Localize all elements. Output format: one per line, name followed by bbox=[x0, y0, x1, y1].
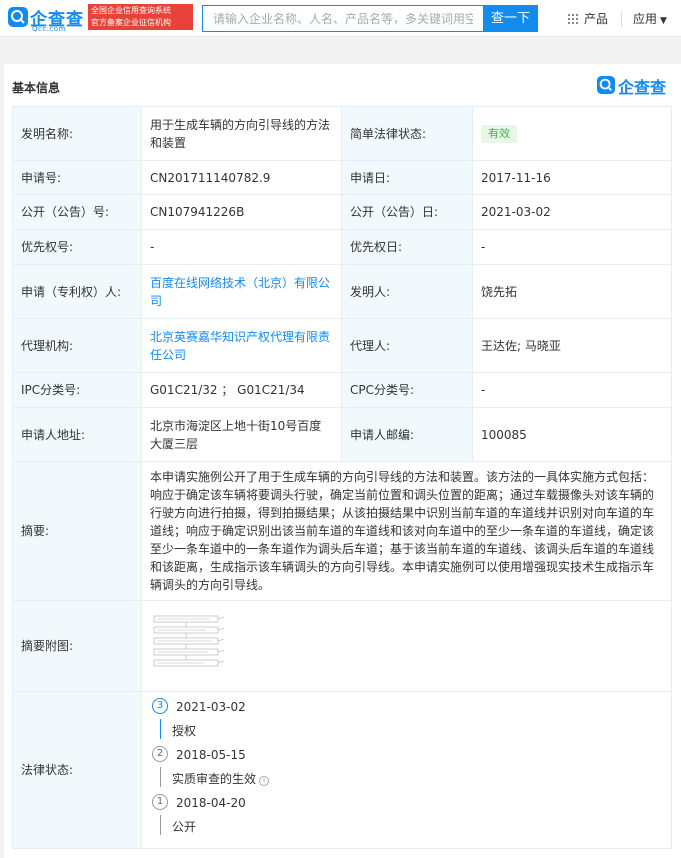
badge-line-1: 全国企业信用查询系统 bbox=[91, 6, 171, 15]
pub-date-value: 2021-03-02 bbox=[472, 194, 672, 230]
official-badge[interactable]: 全国企业信用查询系统 官方备案企业征信机构 bbox=[88, 4, 193, 30]
info-icon[interactable]: ! bbox=[259, 776, 270, 786]
step-number-icon: 1 bbox=[152, 794, 168, 810]
invention-name-value: 用于生成车辆的方向引导线的方法和装置 bbox=[141, 106, 342, 161]
pub-date-label: 公开（公告）日: bbox=[341, 194, 473, 230]
app-no-label: 申请号: bbox=[12, 160, 142, 195]
grid-icon bbox=[568, 14, 578, 24]
priority-no-label: 优先权号: bbox=[12, 229, 142, 265]
abstract-figure-label: 摘要附图: bbox=[12, 600, 142, 692]
timeline-item: 2 2018-05-15 实质审查的生效! bbox=[152, 746, 663, 794]
applicant-label: 申请（专利权）人: bbox=[12, 264, 142, 319]
timeline-date: 2018-04-20 bbox=[176, 796, 246, 810]
qcc-brand-text: 企查查 bbox=[618, 78, 667, 97]
nav-apps[interactable]: 应用 ▼ bbox=[633, 10, 667, 27]
qcc-brand-icon bbox=[597, 76, 615, 94]
search-box bbox=[202, 5, 483, 32]
timeline-date: 2021-03-02 bbox=[176, 700, 246, 714]
table-row: 申请人地址: 北京市海淀区上地十街10号百度大厦三层 申请人邮编: 100085 bbox=[12, 407, 672, 462]
inventor-label: 发明人: bbox=[341, 264, 473, 319]
applicant-cell: 百度在线网络技术（北京）有限公司 bbox=[141, 264, 342, 319]
table-row: 法律状态: 3 2021-03-02 授权 2 2018-05-15 实质审查的… bbox=[12, 691, 672, 849]
table-row: 发明名称: 用于生成车辆的方向引导线的方法和装置 简单法律状态: 有效 bbox=[12, 106, 672, 161]
nav-products[interactable]: 产品 bbox=[568, 10, 608, 27]
timeline-event: 公开 bbox=[172, 820, 197, 834]
abstract-text: 本申请实施例公开了用于生成车辆的方向引导线的方法和装置。该方法的一具体实施方式包… bbox=[141, 461, 672, 601]
ipc-value: G01C21/32 ； G01C21/34 bbox=[141, 372, 342, 408]
timeline-item: 1 2018-04-20 公开 bbox=[152, 794, 663, 842]
timeline-event-wrap: 实质审查的生效! bbox=[172, 770, 270, 788]
app-no-value: CN201711140782.9 bbox=[141, 160, 342, 195]
agency-label: 代理机构: bbox=[12, 318, 142, 373]
status-badge: 有效 bbox=[481, 125, 517, 143]
legal-timeline-cell: 3 2021-03-02 授权 2 2018-05-15 实质审查的生效! 1 … bbox=[141, 691, 672, 849]
table-row: 公开（公告）号: CN107941226B 公开（公告）日: 2021-03-0… bbox=[12, 194, 672, 230]
agency-link[interactable]: 北京英赛嘉华知识产权代理有限责任公司 bbox=[150, 330, 330, 362]
agent-value: 王达佐; 马晓亚 bbox=[472, 318, 672, 373]
agency-cell: 北京英赛嘉华知识产权代理有限责任公司 bbox=[141, 318, 342, 373]
timeline-connector bbox=[160, 815, 161, 835]
timeline-event: 授权 bbox=[172, 724, 197, 738]
nav-divider bbox=[621, 11, 622, 26]
badge-line-2: 官方备案企业征信机构 bbox=[91, 18, 171, 27]
table-row: 代理机构: 北京英赛嘉华知识产权代理有限责任公司 代理人: 王达佐; 马晓亚 bbox=[12, 318, 672, 373]
table-row: 摘要附图: bbox=[12, 600, 672, 692]
legal-status-timeline: 3 2021-03-02 授权 2 2018-05-15 实质审查的生效! 1 … bbox=[150, 698, 663, 842]
timeline-connector bbox=[160, 719, 161, 739]
address-label: 申请人地址: bbox=[12, 407, 142, 462]
search-input[interactable] bbox=[203, 6, 483, 31]
legal-timeline-label: 法律状态: bbox=[12, 691, 142, 849]
invention-name-label: 发明名称: bbox=[12, 106, 142, 161]
legal-status-cell: 有效 bbox=[472, 106, 672, 161]
cpc-value: - bbox=[472, 372, 672, 408]
legal-status-label: 简单法律状态: bbox=[341, 106, 473, 161]
patent-info-table: 发明名称: 用于生成车辆的方向引导线的方法和装置 简单法律状态: 有效 申请号:… bbox=[12, 106, 672, 849]
caret-down-icon: ▼ bbox=[660, 16, 667, 26]
timeline-item: 3 2021-03-02 授权 bbox=[152, 698, 663, 746]
applicant-link[interactable]: 百度在线网络技术（北京）有限公司 bbox=[150, 276, 330, 308]
step-number-icon: 2 bbox=[152, 746, 168, 762]
priority-date-value: - bbox=[472, 229, 672, 265]
pub-no-label: 公开（公告）号: bbox=[12, 194, 142, 230]
timeline-date: 2018-05-15 bbox=[176, 748, 246, 762]
nav-apps-label: 应用 bbox=[633, 12, 658, 26]
search-button[interactable]: 查一下 bbox=[483, 5, 538, 32]
postcode-label: 申请人邮编: bbox=[341, 407, 473, 462]
priority-no-value: - bbox=[141, 229, 342, 265]
logo-subtext: Qcc.com bbox=[32, 25, 66, 33]
pub-no-value: CN107941226B bbox=[141, 194, 342, 230]
basic-info-panel: 基本信息 企查查 发明名称: 用于生成车辆的方向引导线的方法和装置 简单法律状态… bbox=[4, 64, 681, 858]
qcc-logo-icon bbox=[8, 7, 28, 27]
agent-label: 代理人: bbox=[341, 318, 473, 373]
address-value: 北京市海淀区上地十街10号百度大厦三层 bbox=[141, 407, 342, 462]
step-number-icon: 3 bbox=[152, 698, 168, 714]
section-title: 基本信息 bbox=[12, 81, 61, 95]
table-row: 申请号: CN201711140782.9 申请日: 2017-11-16 bbox=[12, 160, 672, 195]
table-row: 优先权号: - 优先权日: - bbox=[12, 229, 672, 265]
timeline-event: 实质审查的生效 bbox=[172, 772, 257, 786]
abstract-label: 摘要: bbox=[12, 461, 142, 601]
table-row: 申请（专利权）人: 百度在线网络技术（北京）有限公司 发明人: 饶先拓 bbox=[12, 264, 672, 319]
table-row: 摘要: 本申请实施例公开了用于生成车辆的方向引导线的方法和装置。该方法的一具体实… bbox=[12, 461, 672, 601]
inventor-value: 饶先拓 bbox=[472, 264, 672, 319]
qcc-logo[interactable]: 企查查 Qcc.com bbox=[8, 4, 88, 34]
top-header: 企查查 Qcc.com 全国企业信用查询系统 官方备案企业征信机构 查一下 产品… bbox=[0, 0, 681, 37]
timeline-connector bbox=[160, 767, 161, 787]
postcode-value: 100085 bbox=[472, 407, 672, 462]
app-date-value: 2017-11-16 bbox=[472, 160, 672, 195]
nav-products-label: 产品 bbox=[584, 12, 609, 26]
priority-date-label: 优先权日: bbox=[341, 229, 473, 265]
table-row: IPC分类号: G01C21/32 ； G01C21/34 CPC分类号: - bbox=[12, 372, 672, 408]
cpc-label: CPC分类号: bbox=[341, 372, 473, 408]
qcc-brand-logo: 企查查 bbox=[597, 74, 669, 97]
ipc-label: IPC分类号: bbox=[12, 372, 142, 408]
abstract-figure-cell bbox=[141, 600, 672, 692]
abstract-figure-thumbnail[interactable] bbox=[150, 611, 230, 676]
app-date-label: 申请日: bbox=[341, 160, 473, 195]
